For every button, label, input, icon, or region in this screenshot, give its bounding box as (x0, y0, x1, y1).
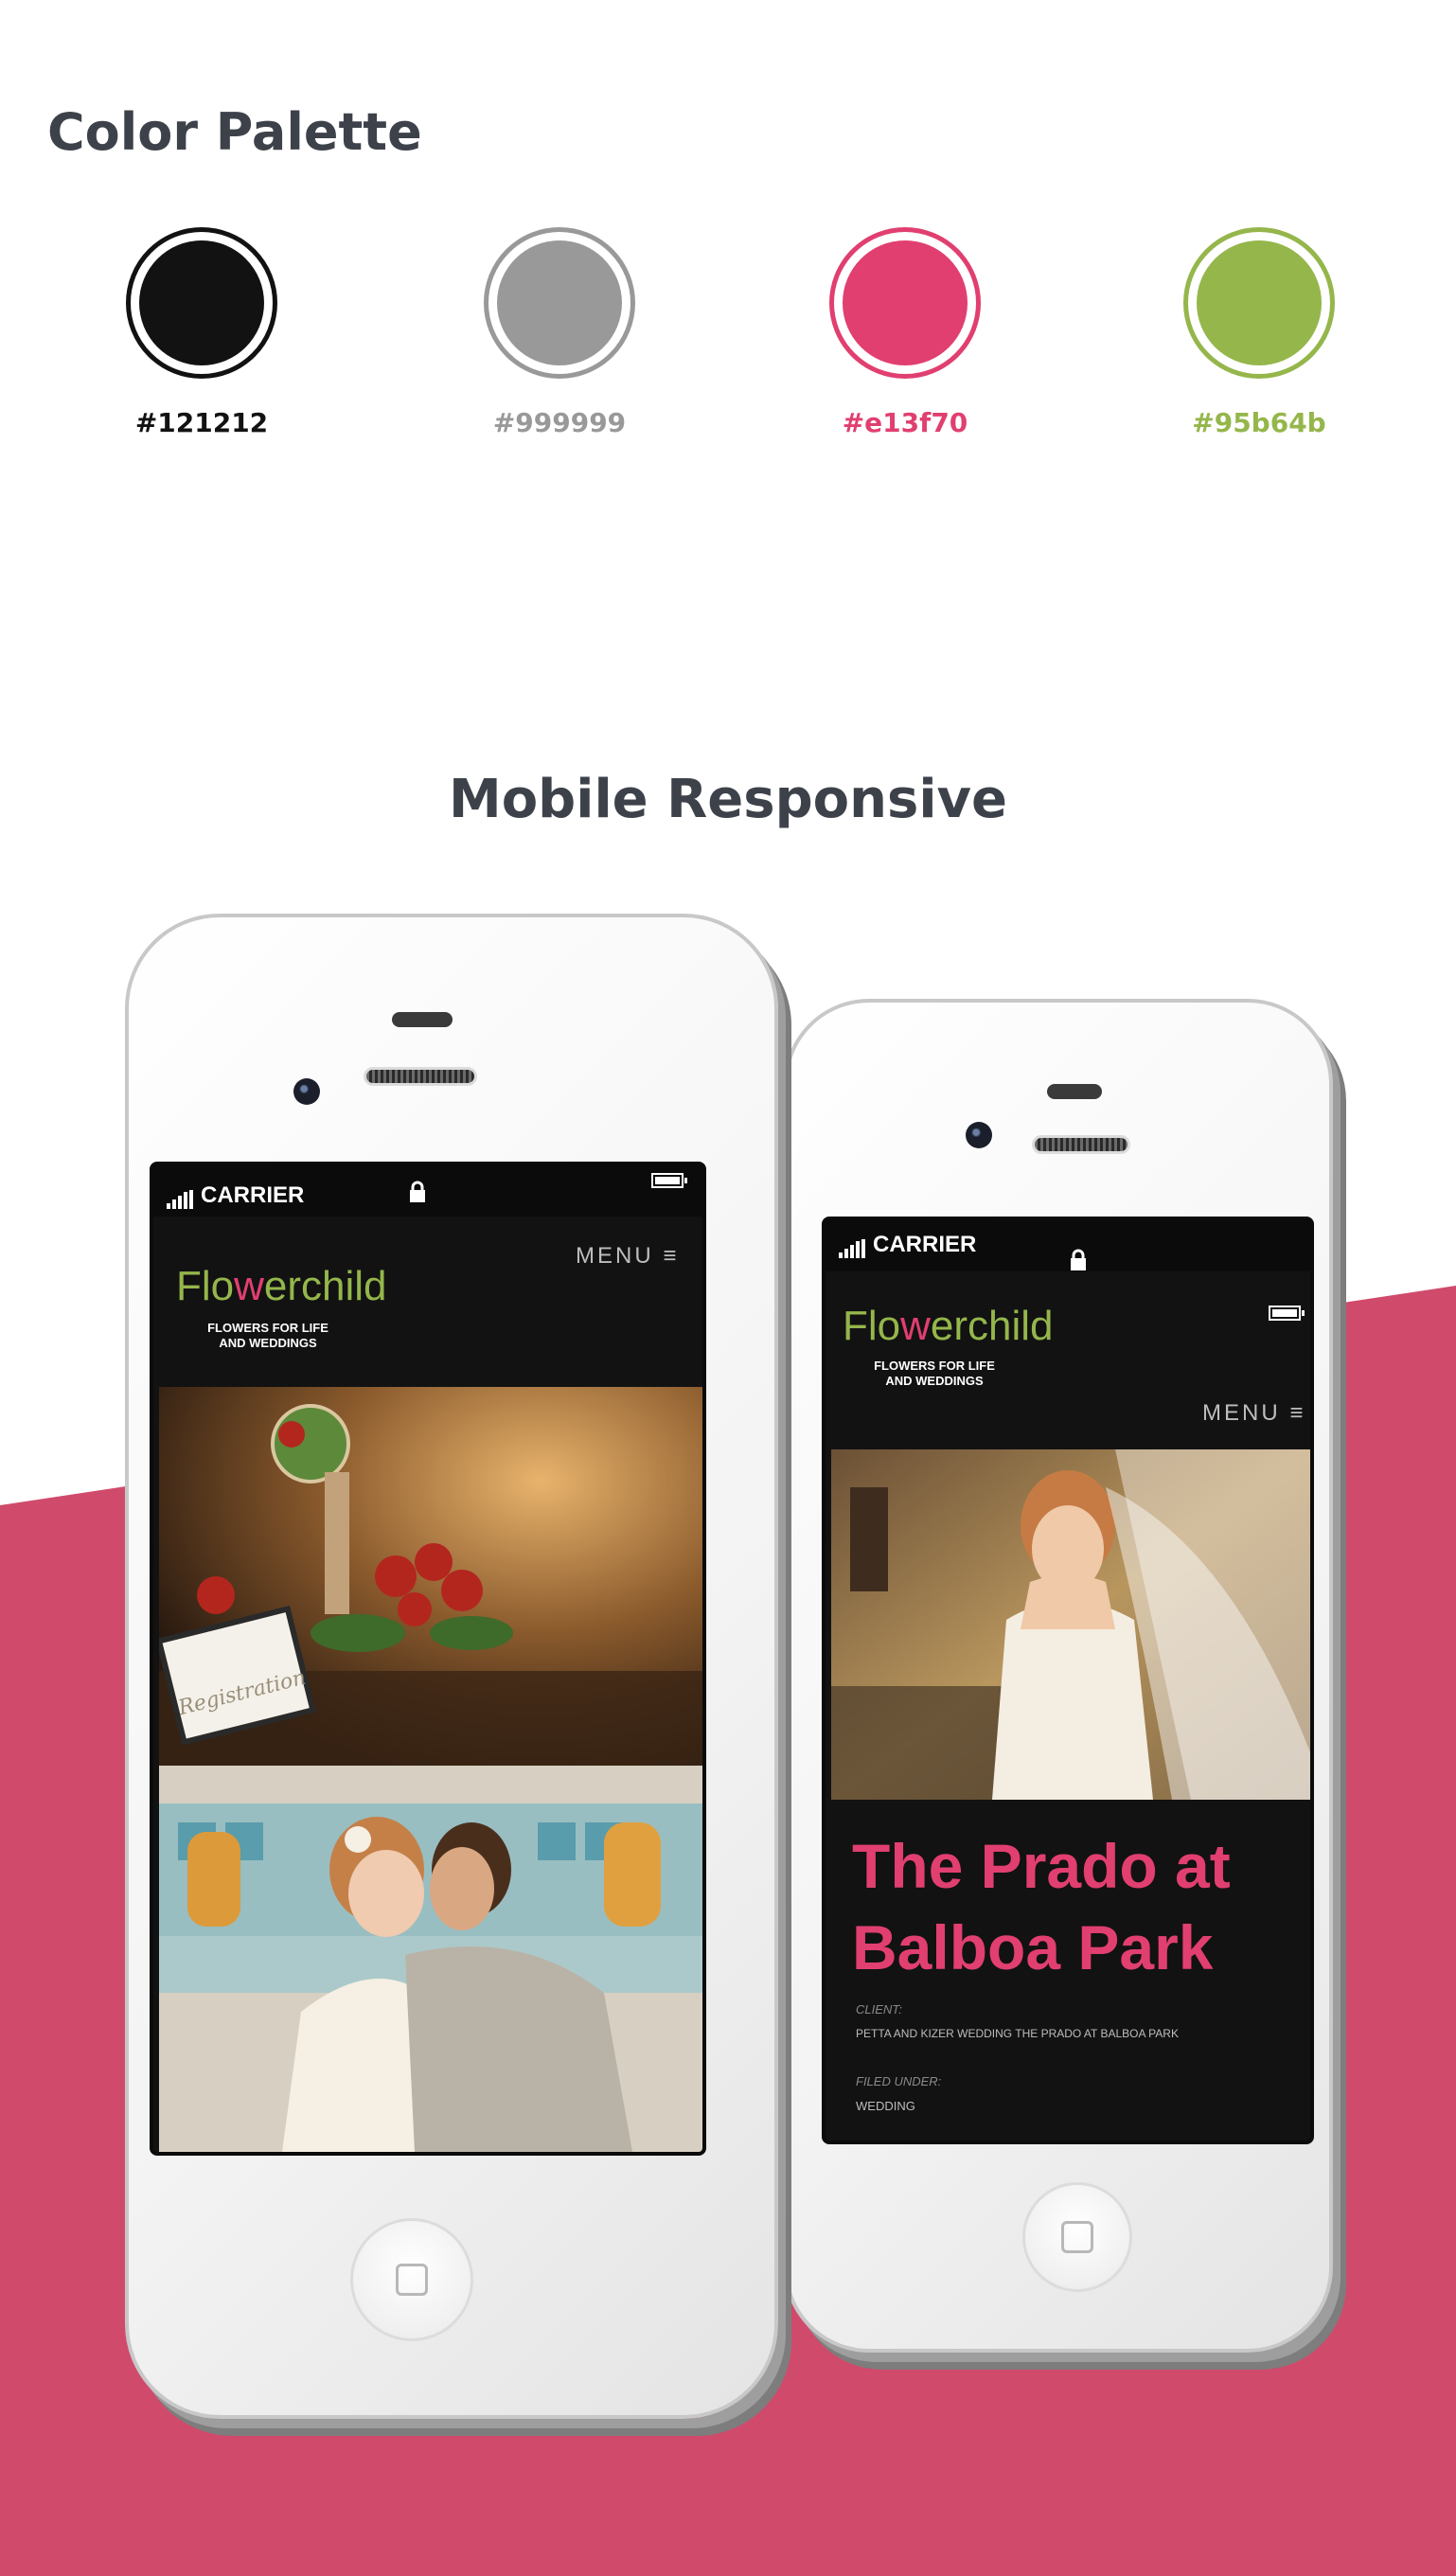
color-palette-title: Color Palette (47, 102, 422, 162)
couple-photo-art (159, 1766, 702, 2152)
speaker-icon (392, 1012, 453, 1027)
battery-icon (651, 1173, 687, 1188)
registration-photo-art (159, 1387, 702, 1766)
phone-left: CARRIER Flowerchild FLOWERS FOR LIFE AND… (125, 914, 788, 2428)
logo-tagline: FLOWERS FOR LIFE AND WEDDINGS (863, 1359, 1005, 1390)
couple-embracing-photo (159, 1766, 702, 2152)
home-square-icon (396, 2264, 428, 2296)
tagline-line-2: AND WEDDINGS (219, 1336, 317, 1351)
earpiece-grille-icon (1032, 1135, 1130, 1154)
battery-icon (1269, 1306, 1305, 1321)
client-label: CLIENT: (856, 2002, 902, 2016)
flowerchild-logo: Flowerchild (176, 1263, 387, 1309)
venue-title-line-2: Balboa Park (852, 1911, 1214, 1982)
swatch-label-pink: #e13f70 (842, 407, 968, 438)
phone-right: CARRIER Flowerchild FLOWERS FOR LIFE AND… (784, 999, 1342, 2362)
filed-under-label: FILED UNDER: (856, 2074, 942, 2088)
flowerchild-logo: Flowerchild (843, 1303, 1054, 1349)
swatch-black (126, 227, 277, 388)
front-camera-icon (293, 1078, 320, 1105)
menu-button[interactable]: MENU ≡ (576, 1243, 679, 1270)
bride-with-veil-photo (831, 1449, 1310, 1800)
logo-tagline: FLOWERS FOR LIFE AND WEDDINGS (197, 1321, 339, 1352)
status-bar: CARRIER (153, 1165, 702, 1217)
registration-table-flowers-photo: Registration (159, 1387, 702, 1766)
lock-icon (1071, 1249, 1086, 1270)
carrier-label: CARRIER (201, 1182, 305, 1208)
swatch-fill (843, 240, 968, 365)
swatch-fill (1197, 240, 1322, 365)
swatch-pink (829, 227, 981, 388)
swatch-green (1183, 227, 1335, 388)
filed-under-value[interactable]: WEDDING (856, 2099, 915, 2113)
client-value: PETTA AND KIZER WEDDING THE PRADO AT BAL… (856, 2027, 1179, 2040)
home-button[interactable] (350, 2218, 473, 2341)
swatch-label-green: #95b64b (1192, 407, 1326, 438)
tagline-line-1: FLOWERS FOR LIFE (874, 1359, 995, 1373)
swatch-label-black: #121212 (134, 407, 269, 438)
home-button[interactable] (1022, 2182, 1132, 2292)
venue-title: The Prado at Balboa Park (852, 1826, 1306, 1989)
menu-button[interactable]: MENU ≡ (1202, 1400, 1305, 1427)
swatch-label-gray: #999999 (492, 407, 627, 438)
bride-photo-art (831, 1449, 1310, 1800)
phone-right-screen: CARRIER Flowerchild FLOWERS FOR LIFE AND… (822, 1217, 1314, 2144)
carrier-label: CARRIER (873, 1232, 977, 1257)
swatch-gray (484, 227, 635, 388)
speaker-icon (1047, 1084, 1102, 1099)
mobile-responsive-title: Mobile Responsive (448, 769, 1008, 830)
signal-icon (839, 1239, 867, 1258)
swatch-fill (139, 240, 264, 365)
home-square-icon (1061, 2221, 1093, 2253)
signal-icon (167, 1190, 195, 1209)
phone-left-screen: CARRIER Flowerchild FLOWERS FOR LIFE AND… (150, 1162, 706, 2156)
lock-icon (410, 1181, 425, 1202)
venue-title-line-1: The Prado at (852, 1831, 1231, 1901)
tagline-line-2: AND WEDDINGS (885, 1374, 984, 1389)
status-bar: CARRIER (826, 1220, 1310, 1321)
front-camera-icon (966, 1122, 992, 1148)
swatch-fill (497, 240, 622, 365)
earpiece-grille-icon (364, 1067, 477, 1086)
tagline-line-1: FLOWERS FOR LIFE (207, 1321, 328, 1335)
